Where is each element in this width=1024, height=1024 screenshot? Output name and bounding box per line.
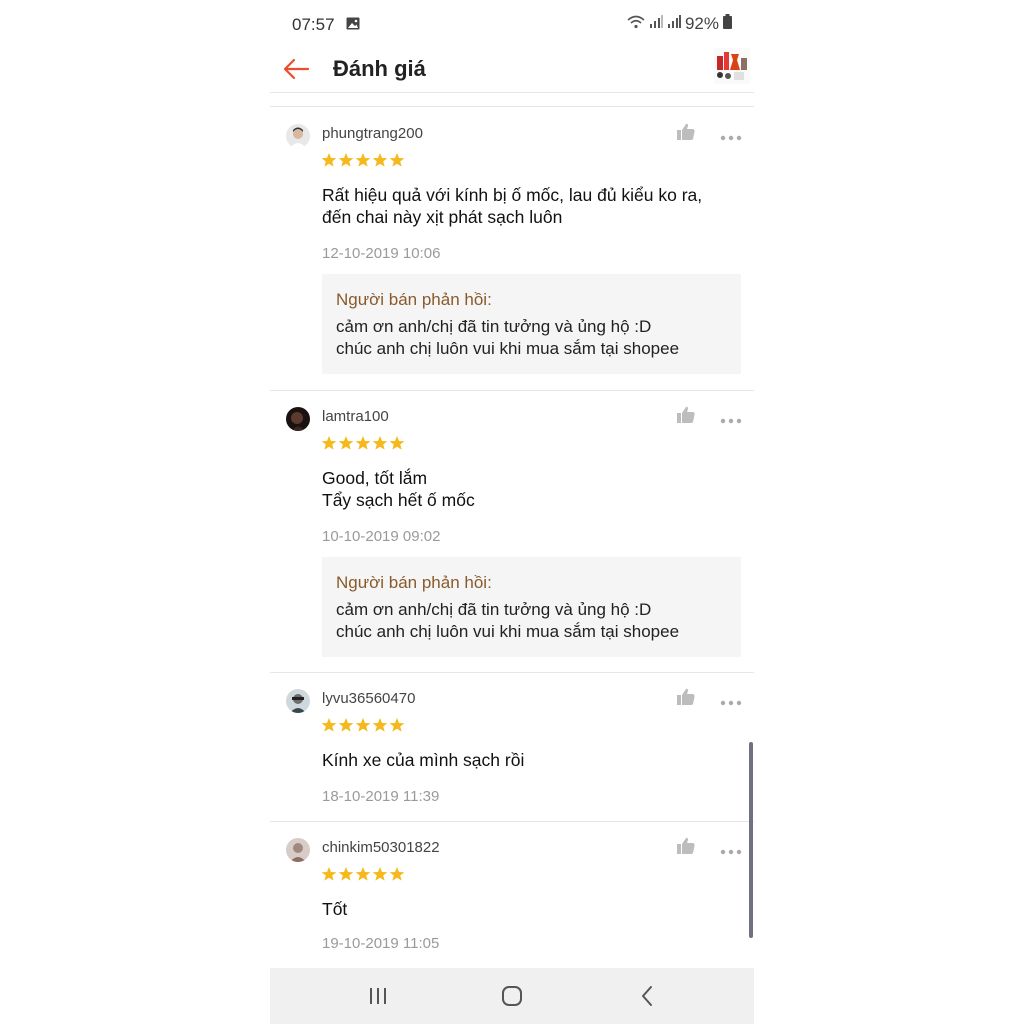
review-item: chinkim50301822 Tốt 19-10-2019 11:05 <box>270 821 754 967</box>
review-text: Good, tốt lắm Tẩy sạch hết ố mốc <box>322 468 475 510</box>
seller-reply: Người bán phản hồi: cảm ơn anh/chị đã ti… <box>322 274 741 374</box>
star-icon <box>355 153 371 167</box>
review-text: Tốt <box>322 899 348 919</box>
wifi-icon <box>627 14 645 34</box>
star-icon <box>372 718 388 732</box>
star-rating <box>321 866 405 882</box>
star-icon <box>389 436 405 450</box>
signal-icon <box>649 14 663 34</box>
more-options-icon[interactable] <box>720 128 742 141</box>
thumbs-up-icon[interactable] <box>676 406 696 424</box>
star-icon <box>338 718 354 732</box>
product-thumbnail[interactable] <box>714 48 750 84</box>
home-icon[interactable] <box>499 984 525 1008</box>
back-icon[interactable] <box>635 984 661 1008</box>
review-username[interactable]: lamtra100 <box>322 408 389 425</box>
avatar[interactable] <box>286 689 310 713</box>
star-icon <box>372 867 388 881</box>
battery-percent: 92% <box>684 14 719 33</box>
thumbs-up-icon[interactable] <box>676 123 696 141</box>
system-nav-bar <box>270 968 754 1024</box>
star-icon <box>355 436 371 450</box>
app-bar: Đánh giá <box>270 48 754 93</box>
scrollbar[interactable] <box>749 742 753 938</box>
signal-icon <box>667 14 681 34</box>
review-item: lyvu36560470 Kính xe của mình sạch rồi 1… <box>270 672 754 822</box>
review-item: phungtrang200 Rất hiệu quả với kính bị ố… <box>270 107 754 391</box>
star-icon <box>321 867 337 881</box>
status-bar: 07:57 92% <box>270 0 754 48</box>
review-username[interactable]: chinkim50301822 <box>322 839 440 856</box>
avatar[interactable] <box>286 407 310 431</box>
star-icon <box>321 436 337 450</box>
status-time: 07:57 <box>292 15 335 34</box>
review-text: Rất hiệu quả với kính bị ố mốc, lau đủ k… <box>322 185 703 227</box>
seller-reply-title: Người bán phản hồi: <box>336 290 492 309</box>
avatar[interactable] <box>286 124 310 148</box>
thumbs-up-icon[interactable] <box>676 837 696 855</box>
review-text: Kính xe của mình sạch rồi <box>322 750 525 770</box>
seller-reply-text: cảm ơn anh/chị đã tin tưởng và ủng hộ :D… <box>336 317 680 358</box>
image-icon <box>346 17 360 35</box>
star-icon <box>355 867 371 881</box>
star-rating <box>321 152 405 168</box>
star-icon <box>321 153 337 167</box>
review-date: 18-10-2019 11:39 <box>322 788 440 805</box>
seller-reply-text: cảm ơn anh/chị đã tin tưởng và ủng hộ :D… <box>336 600 680 641</box>
star-icon <box>372 153 388 167</box>
star-icon <box>389 153 405 167</box>
review-item: lamtra100 Good, tốt lắm Tẩy sạch hết ố m… <box>270 390 754 673</box>
review-username[interactable]: phungtrang200 <box>322 125 423 142</box>
review-username[interactable]: lyvu36560470 <box>322 690 415 707</box>
page-title: Đánh giá <box>333 56 426 81</box>
more-options-icon[interactable] <box>720 693 742 706</box>
arrow-left-icon[interactable] <box>280 52 314 86</box>
seller-reply: Người bán phản hồi: cảm ơn anh/chị đã ti… <box>322 557 741 657</box>
seller-reply-title: Người bán phản hồi: <box>336 573 492 592</box>
review-date: 10-10-2019 09:02 <box>322 528 441 545</box>
more-options-icon[interactable] <box>720 411 742 424</box>
recent-apps-icon[interactable] <box>365 984 391 1008</box>
status-right: 92% <box>627 14 732 34</box>
review-date: 12-10-2019 10:06 <box>322 245 441 262</box>
avatar[interactable] <box>286 838 310 862</box>
star-icon <box>389 867 405 881</box>
review-date: 19-10-2019 11:05 <box>322 935 440 952</box>
battery-icon <box>723 14 732 34</box>
star-icon <box>338 867 354 881</box>
phone-screen: 07:57 92% Đánh giá phungtrang200 Rất hiệ… <box>270 0 754 1024</box>
star-icon <box>338 153 354 167</box>
star-icon <box>372 436 388 450</box>
star-icon <box>389 718 405 732</box>
star-rating <box>321 717 405 733</box>
star-icon <box>338 436 354 450</box>
more-options-icon[interactable] <box>720 842 742 855</box>
thumbs-up-icon[interactable] <box>676 688 696 706</box>
star-rating <box>321 435 405 451</box>
star-icon <box>321 718 337 732</box>
star-icon <box>355 718 371 732</box>
